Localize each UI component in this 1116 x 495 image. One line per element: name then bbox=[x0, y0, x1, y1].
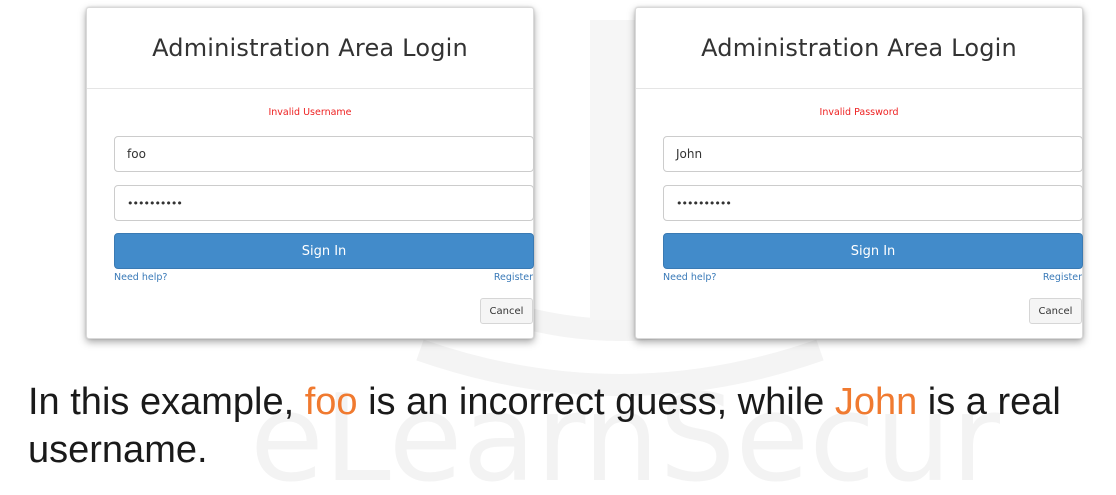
username-field[interactable]: foo bbox=[114, 136, 534, 172]
panel-header: Administration Area Login bbox=[87, 8, 533, 89]
sign-in-button[interactable]: Sign In bbox=[663, 233, 1083, 269]
caption-highlight-john: John bbox=[834, 381, 918, 423]
caption-highlight-foo: foo bbox=[304, 381, 358, 423]
cancel-button[interactable]: Cancel bbox=[480, 298, 533, 324]
panel-title: Administration Area Login bbox=[701, 34, 1017, 62]
error-message: Invalid Password bbox=[819, 107, 899, 118]
caption-text: is an incorrect guess, while bbox=[357, 381, 835, 423]
need-help-link[interactable]: Need help? bbox=[114, 272, 167, 283]
register-link[interactable]: Register bbox=[494, 272, 533, 283]
slide-caption: In this example, foo is an incorrect gue… bbox=[28, 378, 1116, 474]
error-message: Invalid Username bbox=[268, 107, 352, 118]
need-help-link[interactable]: Need help? bbox=[663, 272, 716, 283]
password-field[interactable]: •••••••••• bbox=[114, 185, 534, 221]
username-field[interactable]: John bbox=[663, 136, 1083, 172]
panel-header: Administration Area Login bbox=[636, 8, 1082, 89]
password-field[interactable]: •••••••••• bbox=[663, 185, 1083, 221]
caption-text: In this example, bbox=[28, 381, 305, 423]
login-panel-invalid-password: Administration Area Login Invalid Passwo… bbox=[635, 7, 1083, 339]
cancel-button[interactable]: Cancel bbox=[1029, 298, 1082, 324]
register-link[interactable]: Register bbox=[1043, 272, 1082, 283]
login-panel-invalid-username: Administration Area Login Invalid Userna… bbox=[86, 7, 534, 339]
sign-in-button[interactable]: Sign In bbox=[114, 233, 534, 269]
panel-title: Administration Area Login bbox=[152, 34, 468, 62]
